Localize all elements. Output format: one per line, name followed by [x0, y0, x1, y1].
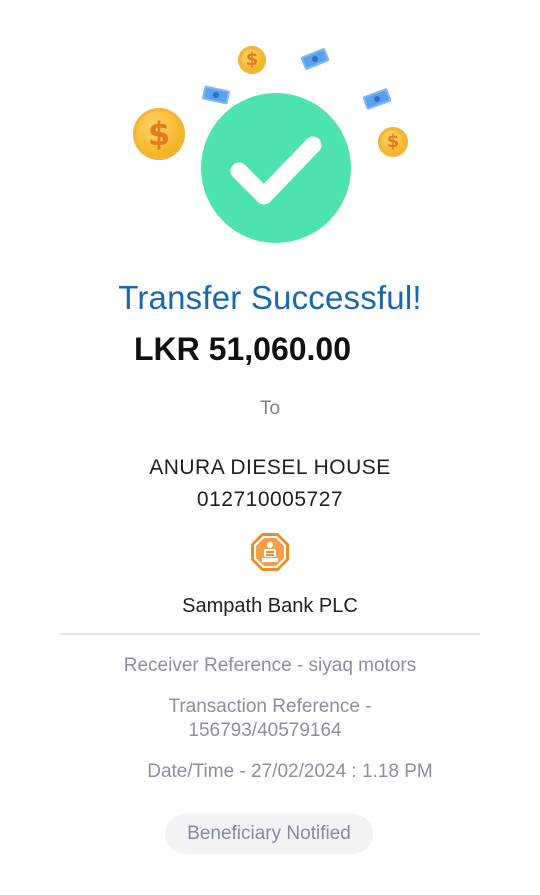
banknote-icon [300, 47, 330, 71]
beneficiary-notified-badge: Beneficiary Notified [165, 814, 373, 854]
sampath-bank-logo-icon [250, 532, 290, 572]
transaction-datetime: Date/Time - 27/02/2024 : 1.18 PM [147, 761, 433, 782]
transaction-reference-value: 156793/40579164 [188, 720, 342, 741]
checkmark-icon [201, 93, 351, 243]
recipient-bank-name: Sampath Bank PLC [182, 595, 358, 617]
success-illustration: $ $ $ [0, 0, 540, 260]
transaction-reference-label: Transaction Reference - [168, 696, 372, 717]
recipient-account-number: 012710005727 [196, 488, 344, 511]
transfer-status-title: Transfer Successful! [118, 279, 422, 316]
transfer-amount: LKR 51,060.00 [134, 331, 352, 367]
dollar-coin-icon: $ [238, 46, 266, 74]
recipient-name: ANURA DIESEL HOUSE [149, 456, 391, 479]
dollar-coin-icon: $ [133, 108, 185, 160]
divider [60, 633, 480, 635]
dollar-coin-icon: $ [378, 127, 408, 157]
to-label: To [259, 398, 281, 419]
banknote-icon [362, 87, 392, 111]
receiver-reference: Receiver Reference - siyaq motors [123, 655, 417, 676]
